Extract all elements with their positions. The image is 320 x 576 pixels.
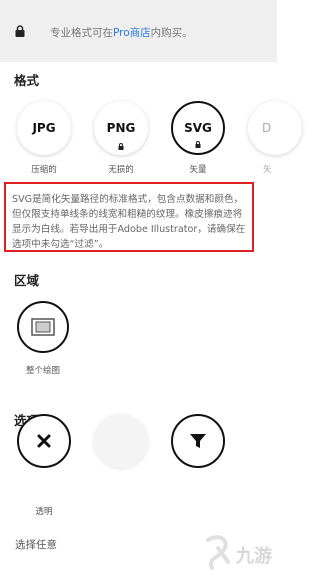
format-d-button[interactable]: D	[248, 101, 302, 155]
format-png-caption: 无损的	[108, 165, 134, 175]
format-jpg-label: JPG	[32, 121, 56, 135]
watermark-text: 九游	[235, 545, 272, 567]
transparent-option-button[interactable]	[17, 414, 71, 468]
options-footer-text: 选择任意	[15, 539, 57, 551]
filter-icon	[190, 434, 206, 448]
transparent-option-caption: 透明	[35, 507, 53, 517]
format-png-button[interactable]: PNG	[94, 101, 148, 155]
watermark-logo: 九游	[206, 535, 272, 570]
lock-icon	[15, 25, 25, 37]
format-d-label: D	[262, 121, 272, 135]
format-jpg-caption: 压缩的	[31, 165, 57, 175]
format-svg-button[interactable]: SVG	[171, 101, 225, 155]
close-icon	[37, 434, 51, 448]
banner-suffix: 内购买。	[150, 27, 193, 39]
svg-lock-icon	[195, 141, 201, 148]
format-section-title: 格式	[14, 73, 40, 88]
format-jpg-button[interactable]: JPG	[17, 101, 71, 155]
blank-option-button[interactable]	[94, 414, 148, 468]
format-svg-label: SVG	[184, 121, 212, 135]
pro-store-link[interactable]: Pro商店	[113, 27, 151, 39]
png-lock-icon	[118, 143, 124, 150]
format-png-label: PNG	[106, 121, 136, 135]
canvas-icon	[31, 318, 55, 336]
format-description: SVG是简化矢量路径的标准格式，包含点数据和颜色，但仅限支持单线条的线宽和粗糙的…	[4, 182, 254, 252]
area-section-title: 区域	[14, 273, 40, 288]
banner-prefix: 专业格式可在	[50, 27, 113, 39]
banner-text: 专业格式可在Pro商店内购买。	[50, 25, 193, 40]
format-d-caption: 矢	[263, 165, 272, 175]
area-whole-drawing-button[interactable]	[17, 301, 69, 353]
filter-option-button[interactable]	[171, 414, 225, 468]
format-svg-caption: 矢量	[189, 165, 207, 175]
pro-banner: 专业格式可在Pro商店内购买。	[0, 0, 277, 62]
area-whole-drawing-caption: 整个绘图	[25, 366, 60, 376]
